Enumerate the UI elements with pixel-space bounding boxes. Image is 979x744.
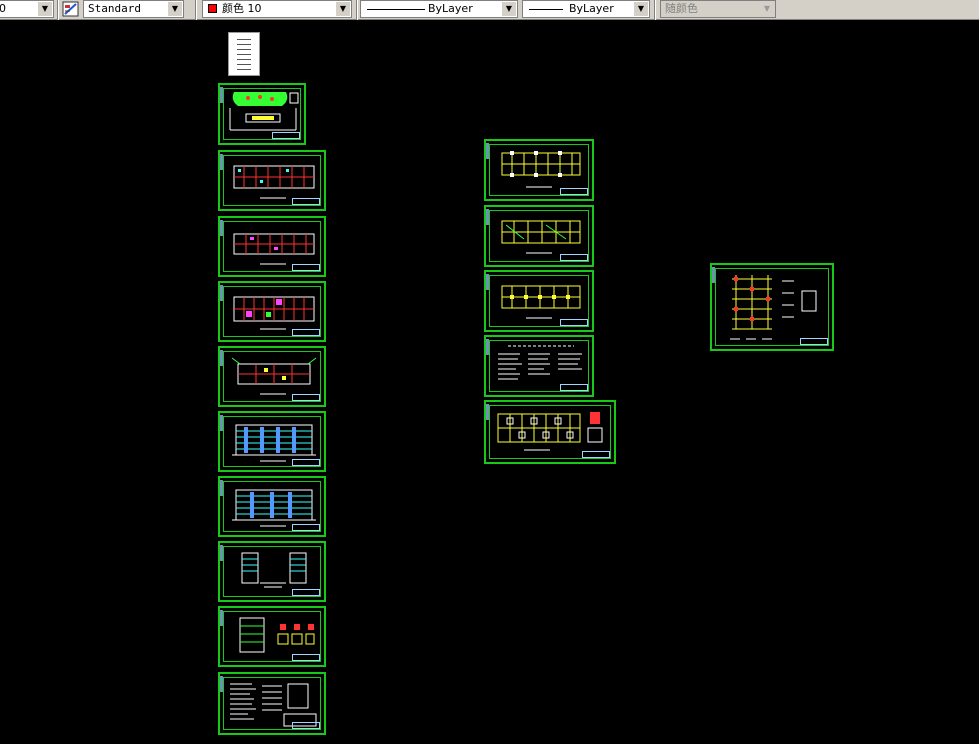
color-value: 颜色 10: [222, 2, 262, 15]
roof-plan-sheet[interactable]: [218, 346, 326, 407]
layer-combo[interactable]: 0 ▼: [0, 0, 54, 18]
lineweight-combo[interactable]: ByLayer ▼: [522, 0, 650, 18]
plotstyle-combo: 随颜色 ▼: [660, 0, 776, 18]
plotstyle-value: 随颜色: [665, 2, 698, 15]
floor-plan-sheet-2[interactable]: [218, 216, 326, 277]
side-elevation-sheet[interactable]: [218, 541, 326, 602]
chevron-down-icon[interactable]: ▼: [634, 2, 648, 16]
structure-plan-sheet-3[interactable]: [484, 270, 594, 332]
cover-sheet[interactable]: [228, 32, 260, 76]
section-detail-sheet[interactable]: [218, 606, 326, 667]
chevron-down-icon[interactable]: ▼: [502, 2, 516, 16]
linetype-combo[interactable]: ByLayer ▼: [360, 0, 518, 18]
toolbar-separator: [195, 0, 197, 20]
structure-notes-sheet[interactable]: [484, 335, 594, 397]
chevron-down-icon[interactable]: ▼: [336, 2, 350, 16]
toolbar-separator: [356, 0, 358, 20]
foundation-plan-sheet[interactable]: [484, 400, 616, 464]
line-sample-icon: [529, 9, 563, 10]
frame-elevation-sheet[interactable]: [710, 263, 834, 351]
structure-plan-sheet-1[interactable]: [484, 139, 594, 201]
toolbar-separator: [57, 0, 59, 20]
notes-sheet[interactable]: [218, 672, 326, 735]
color-swatch-icon: [208, 4, 217, 13]
layer-value: 0: [0, 1, 6, 17]
floor-plan-sheet-1[interactable]: [218, 150, 326, 211]
floor-plan-sheet-3[interactable]: [218, 281, 326, 342]
text-style-combo[interactable]: Standard ▼: [83, 0, 184, 18]
chevron-down-icon[interactable]: ▼: [38, 2, 52, 16]
line-sample-icon: [367, 9, 425, 10]
elevation-sheet-2[interactable]: [218, 476, 326, 537]
elevation-sheet-1[interactable]: [218, 411, 326, 472]
site-plan-sheet[interactable]: [218, 83, 306, 145]
linetype-value: ByLayer: [428, 2, 473, 15]
text-style-icon[interactable]: [62, 1, 80, 18]
chevron-down-icon[interactable]: ▼: [168, 2, 182, 16]
text-style-value: Standard: [88, 2, 141, 15]
properties-toolbar: 0 ▼ Standard ▼ 颜色 10 ▼ ByLayer ▼ ByLayer…: [0, 0, 979, 20]
structure-plan-sheet-2[interactable]: [484, 205, 594, 267]
drawing-canvas[interactable]: [0, 20, 979, 744]
color-combo[interactable]: 颜色 10 ▼: [202, 0, 352, 18]
frame-elevation-drawing: [730, 275, 817, 340]
toolbar-separator: [654, 0, 656, 20]
chevron-down-icon: ▼: [760, 2, 774, 16]
lineweight-value: ByLayer: [569, 2, 614, 15]
